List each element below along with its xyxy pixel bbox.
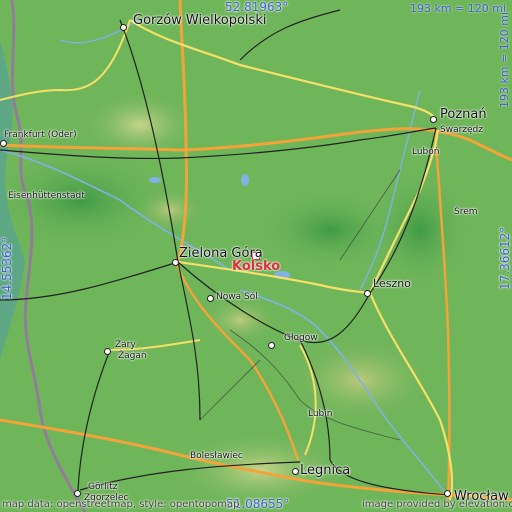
city-label[interactable]: Żagań [118,352,147,361]
city-label[interactable]: Głogów [284,334,318,343]
map-attribution: map data: openstreetmap, style: opentopo… [2,499,240,510]
scale-bar-top: 193 km = 120 mi [410,2,507,15]
city-label[interactable]: Zielona Góra [179,247,263,260]
city-label[interactable]: Leszno [373,278,411,289]
city-label[interactable]: Lubin [308,410,332,419]
top-latitude: 52.81963° [225,0,289,14]
city-label[interactable]: Frankfurt (Oder) [4,131,77,140]
city-dot [74,490,81,497]
city-dot [104,348,111,355]
left-longitude: 14.55362° [0,236,14,300]
city-label[interactable]: Żary [115,341,136,350]
city-label[interactable]: Poznań [440,108,487,121]
city-dot [292,468,299,475]
lake [241,174,249,186]
city-label[interactable]: Śrem [454,208,478,217]
right-longitude: 17.36612° [498,226,512,290]
city-dot [444,490,451,497]
map-view[interactable]: 52.81963° 51.08655° 14.55362° 17.36612° … [0,0,512,512]
city-dot [430,116,437,123]
city-label[interactable]: Görlitz [88,483,117,492]
city-dot [0,140,7,147]
city-label[interactable]: Gorzów Wielkopolski [133,14,266,27]
city-label[interactable]: Swarzędz [440,126,483,135]
city-dot [364,290,371,297]
city-label[interactable]: Eisenhüttenstadt [8,192,85,201]
hill-area [135,188,205,232]
image-credit: image provided by elevation.city [362,499,512,510]
city-label[interactable]: Nowa Sól [216,293,258,302]
city-dot [120,24,127,31]
scale-bar-right: 193 km = 120 mi [498,11,511,108]
lake [149,177,161,183]
focus-town-label[interactable]: Kolsko [232,259,280,274]
city-dot [268,342,275,349]
city-label[interactable]: Bolesławiec [190,452,243,461]
city-dot [172,259,179,266]
city-dot [207,295,214,302]
city-label[interactable]: Legnica [300,464,350,477]
city-label[interactable]: Luboń [412,148,439,157]
